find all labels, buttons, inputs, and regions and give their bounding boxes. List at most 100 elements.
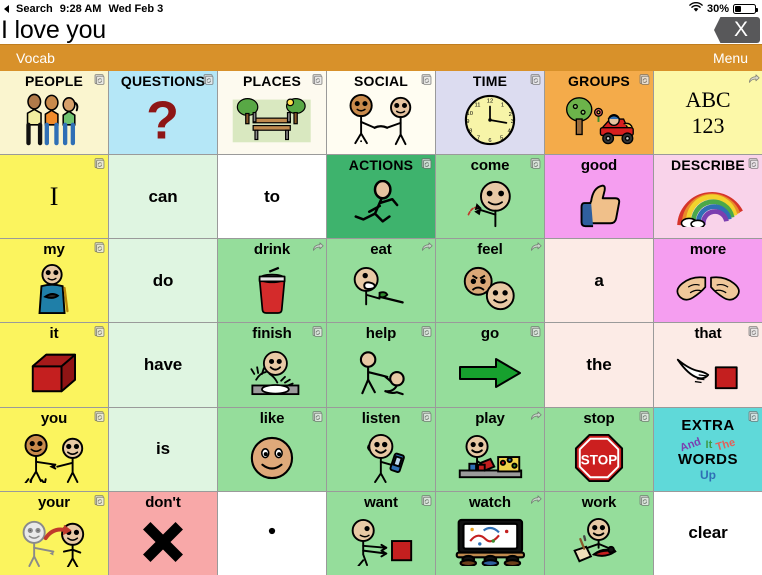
grid-button[interactable]: ABC 123 <box>654 71 762 155</box>
tree-and-car-icon <box>545 89 653 154</box>
grid-button[interactable]: finish <box>218 323 326 407</box>
vocab-button[interactable]: Vocab <box>16 50 55 66</box>
grid-button[interactable]: I <box>0 155 108 239</box>
grid-button[interactable]: play <box>436 407 544 491</box>
grid-button[interactable]: DESCRIBE <box>654 155 762 239</box>
grid-button[interactable]: do <box>109 239 217 323</box>
folder-link-icon <box>747 410 760 423</box>
grid-button-label: my <box>43 241 65 259</box>
jump-arrow-icon <box>747 73 760 86</box>
clear-message-button[interactable]: X <box>714 17 760 43</box>
jump-arrow-icon <box>311 241 324 254</box>
thumbs-up-icon <box>545 174 653 238</box>
grid-button[interactable]: eat <box>327 239 435 323</box>
grid-button[interactable]: good <box>545 155 653 239</box>
grid-button[interactable]: PEOPLE <box>0 71 108 155</box>
status-time: 9:28 AM <box>59 2 102 15</box>
help-lifting-icon <box>327 342 435 406</box>
grid-button[interactable]: feel <box>436 239 544 323</box>
listen-phone-ear-icon <box>327 426 435 490</box>
grid-button-label: can <box>148 186 178 206</box>
grid-button[interactable]: want <box>327 491 435 575</box>
grid-button[interactable]: it <box>0 323 108 407</box>
grid-button-label: eat <box>370 241 392 259</box>
grid-button-label: have <box>143 355 183 375</box>
grid-button[interactable]: TIME 12 1 2 3 4567 8 9 10 11 <box>436 71 544 155</box>
grid-button-label: a <box>594 270 604 290</box>
jump-arrow-icon <box>529 241 542 254</box>
grid-button[interactable]: the <box>545 323 653 407</box>
grid-button[interactable]: have <box>109 323 217 407</box>
grid-button[interactable]: help <box>327 323 435 407</box>
svg-text:5: 5 <box>500 136 503 142</box>
grid-button[interactable]: don't <box>109 491 217 575</box>
svg-text:10: 10 <box>467 112 473 118</box>
folder-link-icon <box>93 494 106 507</box>
grid-button-label: the <box>586 355 612 375</box>
grid-button[interactable]: clear <box>654 491 762 575</box>
extra-word-it: It <box>705 438 713 451</box>
grid-button[interactable]: can <box>109 155 217 239</box>
svg-text:7: 7 <box>477 136 480 142</box>
grid-button-label: listen <box>361 409 401 427</box>
stop-sign-icon: STOP <box>545 426 653 490</box>
grid-button-label: like <box>259 409 285 427</box>
grid-button[interactable]: PLACES <box>218 71 326 155</box>
finish-empty-plate-icon <box>218 342 326 406</box>
grid-button-label: good <box>580 157 618 175</box>
grid-button[interactable]: work <box>545 491 653 575</box>
grid-button[interactable]: your <box>0 491 108 575</box>
folder-link-icon <box>93 410 106 423</box>
grid-button[interactable]: my <box>0 239 108 323</box>
folder-link-icon <box>638 494 651 507</box>
grid-button-label: TIME <box>472 73 508 89</box>
message-window[interactable]: I love you X <box>0 17 762 44</box>
grid-button[interactable]: drink <box>218 239 326 323</box>
grid-button-label: that <box>694 325 722 343</box>
svg-text:12: 12 <box>487 99 493 105</box>
grid-button[interactable]: go <box>436 323 544 407</box>
grid-button[interactable]: GROUPS <box>545 71 653 155</box>
extra-words-bottom-label: WORDS <box>678 450 738 468</box>
watch-tv-screen-icon <box>436 511 544 575</box>
grid-button[interactable]: SOCIAL <box>327 71 435 155</box>
grid-button[interactable]: more <box>654 239 762 323</box>
two-people-pointing-icon <box>0 426 108 490</box>
green-arrow-icon <box>436 342 544 406</box>
red-cube-icon <box>0 342 108 406</box>
status-bar-left: Search 9:28 AM Wed Feb 3 <box>4 3 163 15</box>
grid-button-label: stop <box>583 409 615 427</box>
grid-button[interactable]: come <box>436 155 544 239</box>
running-figure-icon <box>327 173 435 238</box>
battery-percent-label: 30% <box>706 2 729 15</box>
grid-button[interactable]: EXTRA And It The WORDS Up <box>654 407 762 491</box>
grid-button-label: ACTIONS <box>348 157 414 174</box>
question-mark-icon: ? <box>109 89 217 154</box>
grid-button[interactable]: stop STOP <box>545 407 653 491</box>
grid-button[interactable]: to <box>218 155 326 239</box>
grid-button[interactable]: is <box>109 407 217 491</box>
folder-link-icon <box>420 410 433 423</box>
grid-button[interactable]: you <box>0 407 108 491</box>
want-reach-square-icon <box>327 511 435 575</box>
grid-button[interactable]: that <box>654 323 762 407</box>
grid-button[interactable]: like <box>218 407 326 491</box>
folder-link-icon <box>93 73 106 86</box>
menu-button[interactable]: Menu <box>713 50 748 66</box>
grid-button-label: more <box>689 241 727 259</box>
grid-button-label: QUESTIONS <box>120 73 206 89</box>
grid-button[interactable]: a <box>545 239 653 323</box>
status-back-label[interactable]: Search <box>16 3 53 15</box>
back-triangle-icon[interactable] <box>4 4 9 13</box>
grid-button[interactable]: watch <box>436 491 544 575</box>
app-toolbar: Vocab Menu <box>0 44 762 71</box>
grid-button[interactable] <box>218 491 326 575</box>
grid-button[interactable]: ACTIONS <box>327 155 435 239</box>
grid-button-label: PEOPLE <box>25 73 83 89</box>
grid-button-label: your <box>37 493 71 511</box>
park-bench-trees-icon <box>218 89 326 154</box>
folder-link-icon <box>202 73 215 86</box>
grid-button[interactable]: QUESTIONS ? <box>109 71 217 155</box>
grid-button[interactable]: listen <box>327 407 435 491</box>
grid-button-label: work <box>581 493 617 511</box>
